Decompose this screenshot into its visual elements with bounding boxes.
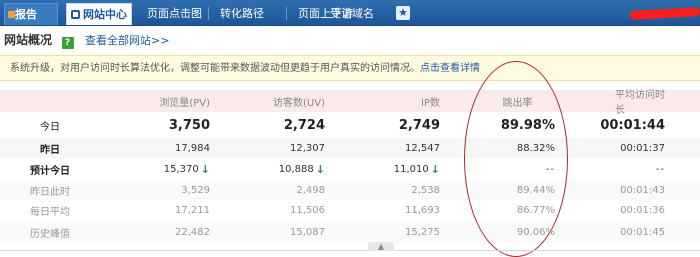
table-header: 浏览量(PV) 访客数(UV) IP数 跳出率 平均访问时长 — [0, 90, 700, 116]
table-row: 昨日 17,984 12,307 12,547 88.32% 00:01:37 — [0, 138, 700, 158]
all-sites-link[interactable]: 查看全部网站>> — [85, 34, 169, 47]
cell-uv: 10,888 — [278, 163, 314, 175]
cell-avg-time: 00:01:36 — [620, 205, 665, 216]
table-row: 历史峰值 22,482 15,087 15,275 90.06% 00:01:4… — [0, 221, 700, 243]
column-header-ip: IP数 — [421, 97, 440, 109]
row-label: 昨日此时 — [30, 186, 70, 198]
website-center-icon — [71, 10, 80, 19]
row-label: 今日 — [40, 121, 60, 133]
cell-bounce: 89.44% — [516, 184, 555, 196]
redaction-mark — [629, 7, 700, 20]
table-row: 预计今日 15,370 ↓ 10,888 ↓ 11,010 ↓ -- -- — [0, 158, 700, 180]
cell-ip-container: 11,010 ↓ — [325, 158, 440, 180]
cell-ip: 12,547 — [405, 142, 440, 154]
column-header-uv: 访客数(UV) — [273, 97, 325, 109]
cell-ip: 11,693 — [405, 205, 440, 216]
report-icon — [8, 11, 15, 18]
cell-uv: 12,307 — [290, 142, 325, 154]
tab-website-center[interactable]: 网站中心 — [66, 3, 132, 25]
star-icon[interactable]: ★ — [396, 6, 410, 20]
column-header-bounce: 跳出率 — [502, 97, 533, 109]
cell-uv: 11,506 — [290, 205, 325, 216]
cell-bounce: 90.06% — [516, 226, 555, 238]
cell-ip: 11,010 — [393, 163, 429, 175]
cell-pv: 3,529 — [181, 184, 210, 196]
cell-uv: 15,087 — [290, 226, 325, 238]
arrow-down-icon: ↓ — [430, 162, 440, 176]
table-row: 昨日此时 3,529 2,498 2,538 89.44% 00:01:43 — [0, 180, 700, 200]
notice-text: 系统升级，对用户访问时长算法优化，调整可能带来数据波动但更趋于用户真实的访问情况… — [10, 63, 420, 74]
cell-bounce: 88.32% — [516, 142, 555, 154]
cell-uv-container: 10,888 ↓ — [210, 158, 325, 180]
cell-uv: 2,498 — [296, 184, 325, 196]
cell-pv: 22,482 — [175, 226, 210, 238]
help-icon[interactable]: ? — [61, 37, 74, 49]
tab-report-label: 报告 — [15, 8, 37, 21]
cell-pv: 15,370 — [163, 163, 199, 175]
arrow-down-icon: ↓ — [315, 162, 325, 176]
page-header: 网站概况 ? 查看全部网站>> — [4, 31, 169, 49]
cell-bounce: -- — [545, 163, 555, 175]
cell-uv: 2,724 — [283, 117, 325, 133]
page-title: 网站概况 — [4, 33, 53, 47]
row-label: 昨日 — [40, 144, 60, 156]
cell-pv-container: 15,370 ↓ — [100, 158, 210, 180]
tab-report[interactable]: 报告 — [4, 3, 58, 25]
cell-ip: 2,749 — [398, 117, 440, 133]
notice-bar: 系统升级，对用户访问时长算法优化，调整可能带来数据波动但更趋于用户真实的访问情况… — [0, 55, 700, 81]
cell-bounce: 86.77% — [516, 205, 555, 216]
row-label: 历史峰值 — [30, 228, 70, 240]
arrow-down-icon: ↓ — [200, 162, 210, 176]
cell-ip: 15,275 — [405, 226, 440, 238]
tab-visited-domains[interactable]: 受访域名 — [320, 3, 384, 25]
row-label: 每日平均 — [30, 207, 70, 218]
cell-bounce: 89.98% — [500, 117, 555, 133]
column-header-avg-time: 平均访问时长 — [615, 90, 665, 116]
cell-avg-time: -- — [655, 163, 665, 175]
collapse-icon[interactable]: ▲ — [368, 242, 394, 251]
cell-avg-time: 00:01:45 — [620, 226, 665, 238]
top-nav: 报告 网站中心 页面点击图 转化路径 页面上下游 受访域名 ★ — [0, 0, 700, 26]
cell-pv: 17,211 — [175, 205, 210, 216]
row-label: 预计今日 — [30, 165, 70, 177]
cell-pv: 3,750 — [168, 117, 210, 133]
cell-pv: 17,984 — [175, 142, 210, 154]
cell-avg-time: 00:01:44 — [600, 117, 665, 133]
nav-divider — [208, 7, 209, 20]
cell-avg-time: 00:01:43 — [620, 184, 665, 196]
notice-detail-link[interactable]: 点击查看详情 — [420, 63, 480, 74]
table-row: 今日 3,750 2,724 2,749 89.98% 00:01:44 — [0, 112, 700, 138]
column-header — [0, 90, 100, 112]
tab-website-center-label: 网站中心 — [83, 8, 127, 21]
tab-page-click-map[interactable]: 页面点击图 — [137, 3, 212, 25]
tab-conversion-path[interactable]: 转化路径 — [210, 3, 274, 25]
nav-divider — [286, 7, 287, 20]
cell-avg-time: 00:01:37 — [620, 142, 665, 154]
column-header-pv: 浏览量(PV) — [159, 97, 210, 109]
cell-ip: 2,538 — [411, 184, 440, 196]
table-row: 每日平均 17,211 11,506 11,693 86.77% 00:01:3… — [0, 200, 700, 221]
divider — [0, 250, 700, 251]
